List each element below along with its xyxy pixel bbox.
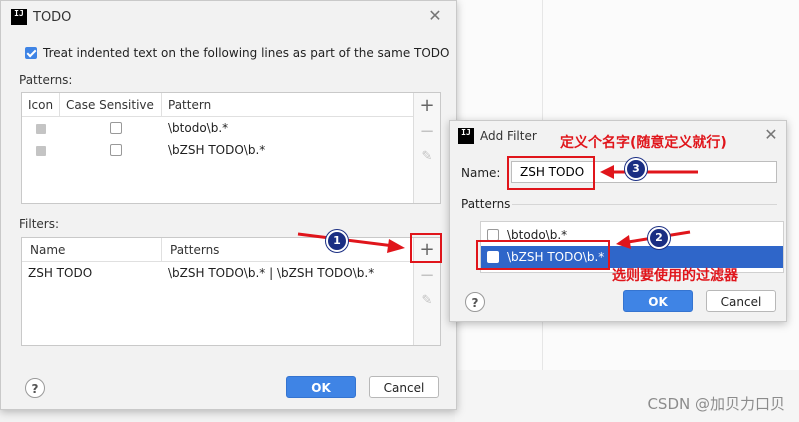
case-sensitive-cell[interactable]	[104, 139, 134, 161]
add-filter-ok-button[interactable]: OK	[623, 290, 693, 312]
patterns-toolbar: + − ✎	[413, 93, 440, 203]
add-filter-highlight	[410, 233, 442, 263]
todo-titlebar: IJ TODO ✕	[1, 1, 456, 33]
todo-ok-button[interactable]: OK	[286, 376, 356, 398]
table-row[interactable]: ZSH TODO \bZSH TODO\b.* | \bZSH TODO\b.*	[22, 262, 414, 284]
filter-name-cell: ZSH TODO	[28, 266, 93, 280]
help-icon[interactable]: ?	[25, 378, 45, 398]
watermark: CSDN @加贝力口贝	[647, 395, 785, 413]
step-badge-3: 3	[625, 158, 647, 180]
pattern-cell: \bZSH TODO\b.*	[168, 143, 266, 157]
case-sensitive-checkbox[interactable]	[110, 144, 122, 156]
patterns-header-icon[interactable]: Icon	[22, 93, 60, 117]
name-hint-annotation: 定义个名字(随意定义就行)	[560, 135, 727, 151]
filters-table: Name Patterns ZSH TODO \bZSH TODO\b.* | …	[21, 237, 441, 346]
filters-label: Filters:	[19, 217, 60, 231]
treat-indented-option[interactable]: Treat indented text on the following lin…	[25, 46, 450, 60]
close-icon[interactable]: ✕	[762, 126, 780, 144]
add-filter-title: Add Filter	[480, 129, 537, 143]
filter-patterns-cell: \bZSH TODO\b.* | \bZSH TODO\b.*	[168, 266, 375, 280]
patterns-label: Patterns:	[19, 73, 73, 87]
pattern-selection-highlight	[476, 240, 610, 270]
treat-indented-label: Treat indented text on the following lin…	[43, 46, 450, 60]
close-icon[interactable]: ✕	[426, 7, 444, 25]
step-badge-2: 2	[648, 227, 670, 249]
pencil-icon[interactable]: ✎	[414, 145, 440, 169]
pencil-icon[interactable]: ✎	[414, 289, 440, 313]
name-label: Name:	[461, 166, 501, 180]
add-filter-cancel-button[interactable]: Cancel	[706, 290, 776, 312]
todo-title: TODO	[33, 9, 72, 25]
patterns-section-label: Patterns	[461, 197, 511, 211]
patterns-table: Icon Case Sensitive Pattern \btodo\b.* \…	[21, 92, 441, 204]
name-input-highlight	[507, 156, 595, 190]
case-sensitive-cell[interactable]	[104, 117, 134, 139]
patterns-header-pattern[interactable]: Pattern	[162, 93, 414, 117]
intellij-icon: IJ	[11, 9, 27, 25]
intellij-icon: IJ	[458, 128, 474, 144]
filters-header-patterns[interactable]: Patterns	[162, 238, 414, 262]
table-row[interactable]: \btodo\b.*	[22, 117, 414, 139]
plus-icon[interactable]: +	[414, 94, 440, 118]
step-badge-1: 1	[326, 230, 348, 252]
treat-indented-checkbox[interactable]	[25, 47, 37, 59]
minus-icon[interactable]: −	[414, 120, 440, 144]
help-icon[interactable]: ?	[465, 292, 485, 312]
todo-list-icon	[30, 139, 60, 161]
case-sensitive-checkbox[interactable]	[110, 122, 122, 134]
todo-list-icon	[30, 117, 60, 139]
todo-dialog: IJ TODO ✕ Treat indented text on the fol…	[0, 0, 457, 410]
pattern-cell: \btodo\b.*	[168, 121, 229, 135]
pattern-checkbox[interactable]	[487, 228, 499, 241]
minus-icon[interactable]: −	[414, 264, 440, 288]
filters-header-name[interactable]: Name	[22, 238, 162, 262]
patterns-separator	[512, 204, 777, 205]
select-hint-annotation: 选则要使用的过滤器	[612, 268, 738, 284]
patterns-header-case-sensitive[interactable]: Case Sensitive	[60, 93, 162, 117]
todo-cancel-button[interactable]: Cancel	[369, 376, 439, 398]
table-row[interactable]: \bZSH TODO\b.*	[22, 139, 414, 161]
